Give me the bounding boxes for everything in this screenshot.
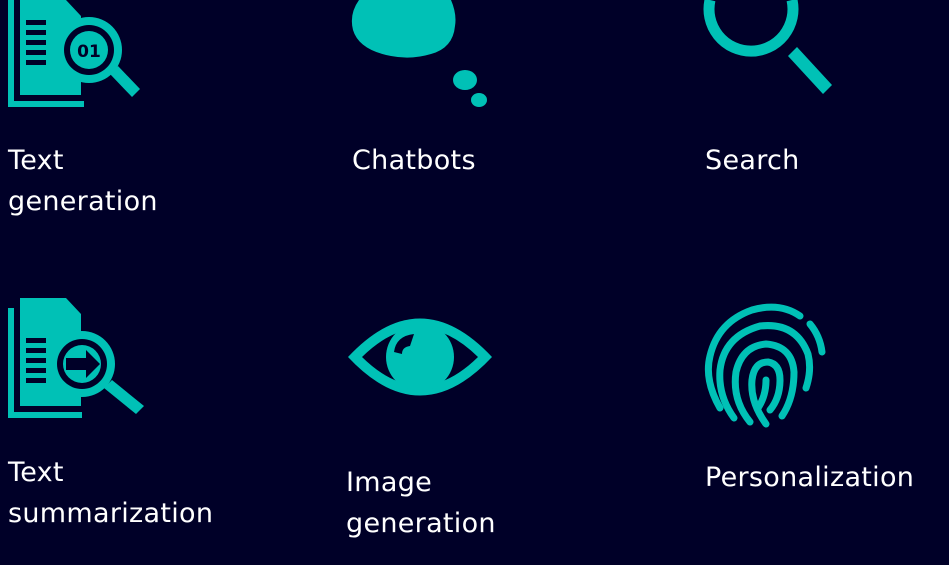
svg-text:01: 01: [77, 42, 101, 62]
document-search-01-icon: 01: [8, 0, 140, 107]
tile-label: Personalization: [705, 462, 915, 493]
tile-label: Chatbots: [352, 145, 476, 176]
use-case-grid: 01 Text generation Chatbots Search Text …: [0, 0, 949, 565]
magnifier-icon: [703, 0, 832, 94]
document-search-arrow-icon: [8, 298, 144, 418]
thought-bubble-icon: [351, 0, 487, 107]
tile-label: Text generation: [8, 145, 158, 217]
tile-label: Text summarization: [8, 457, 214, 529]
tile-label: Search: [705, 145, 800, 176]
fingerprint-icon: [704, 303, 826, 428]
tile-label: Image generation: [346, 467, 496, 539]
eye-icon: [348, 318, 492, 396]
